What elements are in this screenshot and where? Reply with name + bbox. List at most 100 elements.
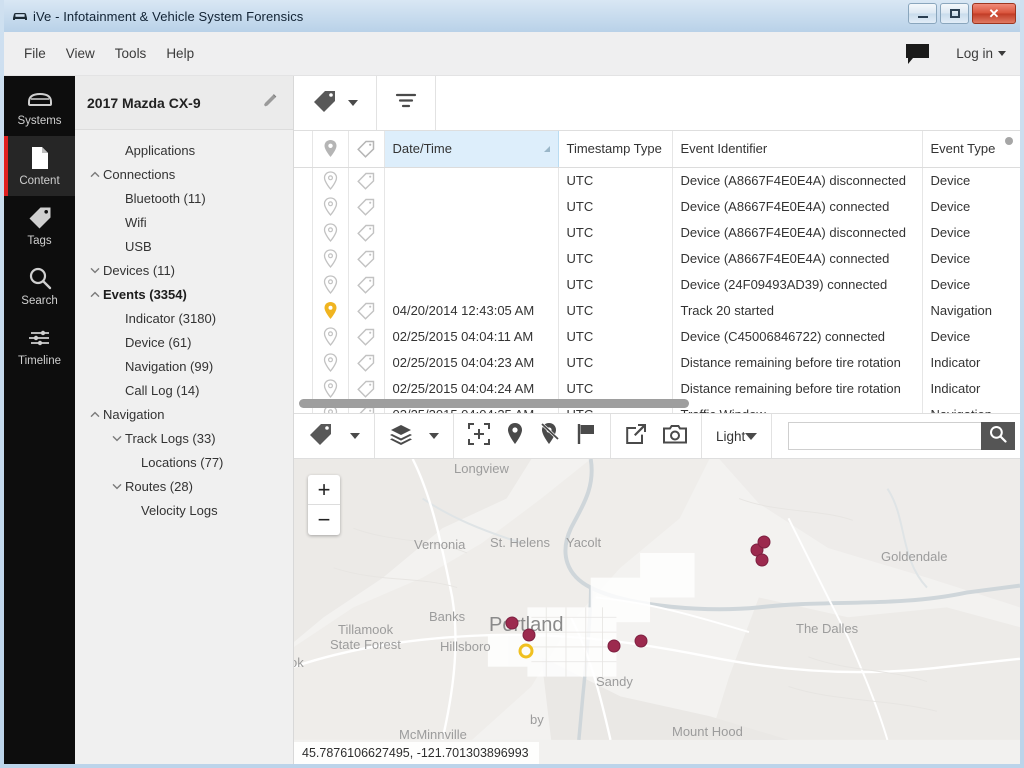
row-map-pin-icon[interactable] <box>312 245 349 272</box>
sidebar-item-timeline[interactable]: Timeline <box>4 316 75 376</box>
sidebar-item-systems[interactable]: Systems <box>4 76 75 136</box>
row-map-pin-icon[interactable] <box>312 167 349 194</box>
row-map-pin-icon[interactable] <box>312 271 349 298</box>
chevron-down-icon[interactable] <box>350 433 360 439</box>
table-row[interactable]: 02/25/2015 04:04:23 AM UTC Distance remain… <box>294 349 1020 376</box>
row-select-cell[interactable] <box>294 297 313 324</box>
show-pins-button[interactable] <box>506 422 524 450</box>
chevron-down-icon[interactable] <box>109 483 125 490</box>
login-button[interactable]: Log in <box>956 46 1006 61</box>
pencil-icon[interactable] <box>262 92 279 114</box>
chevron-up-icon[interactable] <box>87 411 103 418</box>
table-row[interactable]: UTC Device (24F09493AD39) connected Device <box>294 271 1020 298</box>
row-select-cell[interactable] <box>294 245 313 272</box>
hide-pins-button[interactable] <box>540 422 560 450</box>
menu-file[interactable]: File <box>14 41 56 66</box>
tree-item-wifi[interactable]: Wifi <box>75 210 293 234</box>
menu-view[interactable]: View <box>56 41 105 66</box>
row-tag-icon[interactable] <box>348 271 385 298</box>
horizontal-scrollbar-thumb[interactable] <box>299 399 689 408</box>
tag-column-header[interactable] <box>348 131 385 168</box>
tree-item-applications[interactable]: Applications <box>75 138 293 162</box>
tree-item-velocity-logs[interactable]: Velocity Logs <box>75 498 293 522</box>
chevron-down-icon[interactable] <box>429 433 439 439</box>
row-map-pin-icon[interactable] <box>312 349 349 376</box>
map-layers-dropdown[interactable] <box>389 423 413 450</box>
tree-item-locations-77[interactable]: Locations (77) <box>75 450 293 474</box>
chevron-down-icon[interactable] <box>109 435 125 442</box>
flag-button[interactable] <box>576 423 596 450</box>
table-row[interactable]: UTC Device (A8667F4E0E4A) connected Device <box>294 245 1020 272</box>
map-marker[interactable] <box>522 628 536 642</box>
table-tag-dropdown[interactable] <box>294 76 377 130</box>
zoom-out-button[interactable]: − <box>308 505 340 535</box>
map-marker[interactable] <box>607 639 621 653</box>
row-select-cell[interactable] <box>294 219 313 246</box>
row-tag-icon[interactable] <box>348 323 385 350</box>
menu-tools[interactable]: Tools <box>105 41 157 66</box>
chevron-up-icon[interactable] <box>87 171 103 178</box>
tree-item-routes-28[interactable]: Routes (28) <box>75 474 293 498</box>
row-tag-icon[interactable] <box>348 245 385 272</box>
horizontal-scrollbar[interactable] <box>294 397 1020 409</box>
map-marker[interactable] <box>634 634 648 648</box>
screenshot-button[interactable] <box>663 424 687 449</box>
map-marker-selected[interactable] <box>518 643 534 659</box>
row-map-pin-icon[interactable] <box>312 193 349 220</box>
row-select-cell[interactable] <box>294 323 313 350</box>
tree-item-connections[interactable]: Connections <box>75 162 293 186</box>
tree-item-usb[interactable]: USB <box>75 234 293 258</box>
chevron-up-icon[interactable] <box>87 291 103 298</box>
tree-item-bluetooth-11[interactable]: Bluetooth (11) <box>75 186 293 210</box>
open-external-button[interactable] <box>625 423 647 450</box>
table-row[interactable]: UTC Device (A8667F4E0E4A) connected Device <box>294 193 1020 220</box>
row-select-cell[interactable] <box>294 349 313 376</box>
tree-item-navigation-99[interactable]: Navigation (99) <box>75 354 293 378</box>
row-select-cell[interactable] <box>294 193 313 220</box>
zoom-in-button[interactable]: + <box>308 475 340 505</box>
column-header-timestamp-type[interactable]: Timestamp Type <box>558 131 673 168</box>
map-search-input[interactable] <box>788 422 982 450</box>
map-canvas[interactable]: + − Vernonia St. Helens Yacolt Goldendale Ba… <box>294 459 1020 764</box>
close-button[interactable]: ✕ <box>972 3 1016 24</box>
tree-item-devices-11[interactable]: Devices (11) <box>75 258 293 282</box>
row-tag-icon[interactable] <box>348 297 385 324</box>
table-filter-button[interactable] <box>377 76 436 130</box>
row-tag-icon[interactable] <box>348 349 385 376</box>
map-marker[interactable] <box>757 535 771 549</box>
table-row[interactable]: 04/20/2014 12:43:05 AM UTC Track 20 starte… <box>294 297 1020 324</box>
map-search-button[interactable] <box>981 422 1016 450</box>
tree-item-indicator-3180[interactable]: Indicator (3180) <box>75 306 293 330</box>
basemap-select[interactable]: Light <box>702 414 773 458</box>
row-map-pin-icon-active[interactable] <box>312 297 349 324</box>
row-tag-icon[interactable] <box>348 193 385 220</box>
column-header-datetime[interactable]: Date/Time <box>383 131 559 168</box>
sidebar-item-content[interactable]: Content <box>4 136 75 196</box>
table-row[interactable]: UTC Device (A8667F4E0E4A) disconnected Dev… <box>294 167 1020 194</box>
row-tag-icon[interactable] <box>348 219 385 246</box>
column-header-event-identifier[interactable]: Event Identifier <box>672 131 923 168</box>
map-marker[interactable] <box>755 553 769 567</box>
row-map-pin-icon[interactable] <box>312 219 349 246</box>
sidebar-item-search[interactable]: Search <box>4 256 75 316</box>
maximize-button[interactable] <box>940 3 969 24</box>
map-marker[interactable] <box>505 616 519 630</box>
row-map-pin-icon[interactable] <box>312 323 349 350</box>
table-row[interactable]: UTC Device (A8667F4E0E4A) disconnected Dev… <box>294 219 1020 246</box>
tree-item-navigation[interactable]: Navigation <box>75 402 293 426</box>
chat-bubble-icon[interactable] <box>905 43 930 65</box>
tree-item-device-61[interactable]: Device (61) <box>75 330 293 354</box>
column-header-event-type[interactable]: Event Type <box>922 131 1020 168</box>
row-select-cell[interactable] <box>294 167 313 194</box>
tree-item-track-logs-33[interactable]: Track Logs (33) <box>75 426 293 450</box>
tree-item-call-log-14[interactable]: Call Log (14) <box>75 378 293 402</box>
menu-help[interactable]: Help <box>156 41 204 66</box>
minimize-button[interactable] <box>908 3 937 24</box>
table-row[interactable]: 02/25/2015 04:04:11 AM UTC Device (C450068… <box>294 323 1020 350</box>
tree-item-events-3354[interactable]: Events (3354) <box>75 282 293 306</box>
map-tag-dropdown[interactable] <box>308 422 334 451</box>
chevron-down-icon[interactable] <box>87 267 103 274</box>
pin-column-header[interactable] <box>312 131 349 168</box>
row-tag-icon[interactable] <box>348 167 385 194</box>
fit-bounds-button[interactable] <box>468 422 490 450</box>
